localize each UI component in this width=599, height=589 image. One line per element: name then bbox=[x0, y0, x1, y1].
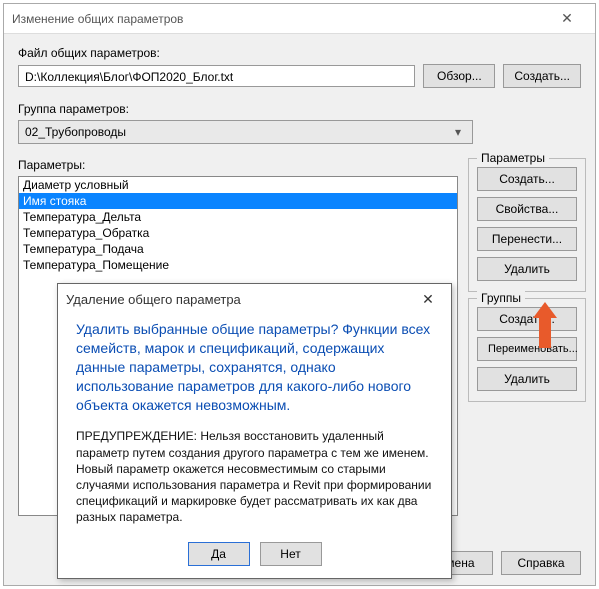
param-item[interactable]: Диаметр условный bbox=[19, 177, 457, 193]
create-file-button[interactable]: Создать... bbox=[503, 64, 581, 88]
no-button[interactable]: Нет bbox=[260, 542, 322, 566]
param-item[interactable]: Температура_Дельта bbox=[19, 209, 457, 225]
file-path-input[interactable]: D:\Коллекция\Блог\ФОП2020_Блог.txt bbox=[18, 65, 415, 87]
yes-button[interactable]: Да bbox=[188, 542, 250, 566]
help-button[interactable]: Справка bbox=[501, 551, 581, 575]
dialog-close-icon[interactable]: ✕ bbox=[413, 286, 443, 312]
param-item[interactable]: Температура_Помещение bbox=[19, 257, 457, 273]
group-parameters: Параметры Создать... Свойства... Перенес… bbox=[468, 158, 586, 292]
dialog-title: Удаление общего параметра bbox=[66, 292, 413, 307]
titlebar: Изменение общих параметров ✕ bbox=[4, 4, 595, 34]
file-row: D:\Коллекция\Блог\ФОП2020_Блог.txt Обзор… bbox=[18, 64, 581, 88]
params-label: Параметры: bbox=[18, 158, 458, 172]
dialog-footer: Да Нет bbox=[58, 534, 451, 578]
dialog-question: Удалить выбранные общие параметры? Функц… bbox=[76, 320, 433, 414]
move-param-button[interactable]: Перенести... bbox=[477, 227, 577, 251]
param-item[interactable]: Температура_Подача bbox=[19, 241, 457, 257]
group-groups: Группы Создать... Переименовать... Удали… bbox=[468, 298, 586, 402]
close-icon[interactable]: ✕ bbox=[547, 5, 587, 33]
dialog-warning: ПРЕДУПРЕЖДЕНИЕ: Нельзя восстановить удал… bbox=[76, 428, 433, 525]
group-selected-text: 02_Трубопроводы bbox=[25, 125, 450, 139]
params-legend: Параметры bbox=[477, 151, 549, 165]
file-label: Файл общих параметров: bbox=[18, 46, 581, 60]
group-label: Группа параметров: bbox=[18, 102, 581, 116]
dialog-titlebar: Удаление общего параметра ✕ bbox=[58, 284, 451, 314]
new-group-button[interactable]: Создать... bbox=[477, 307, 577, 331]
right-column: Параметры Создать... Свойства... Перенес… bbox=[468, 158, 586, 541]
param-item[interactable]: Имя стояка bbox=[19, 193, 457, 209]
param-item[interactable]: Температура_Обратка bbox=[19, 225, 457, 241]
dialog-body: Удалить выбранные общие параметры? Функц… bbox=[58, 314, 451, 534]
window-title: Изменение общих параметров bbox=[12, 12, 547, 26]
chevron-down-icon: ▾ bbox=[450, 125, 466, 139]
browse-button[interactable]: Обзор... bbox=[423, 64, 495, 88]
delete-param-button[interactable]: Удалить bbox=[477, 257, 577, 281]
new-param-button[interactable]: Создать... bbox=[477, 167, 577, 191]
rename-group-button[interactable]: Переименовать... bbox=[477, 337, 577, 361]
group-select-wrap: 02_Трубопроводы ▾ bbox=[18, 120, 581, 144]
delete-group-button[interactable]: Удалить bbox=[477, 367, 577, 391]
group-select[interactable]: 02_Трубопроводы ▾ bbox=[18, 120, 473, 144]
props-param-button[interactable]: Свойства... bbox=[477, 197, 577, 221]
confirm-dialog: Удаление общего параметра ✕ Удалить выбр… bbox=[57, 283, 452, 579]
groups-legend: Группы bbox=[477, 291, 525, 305]
